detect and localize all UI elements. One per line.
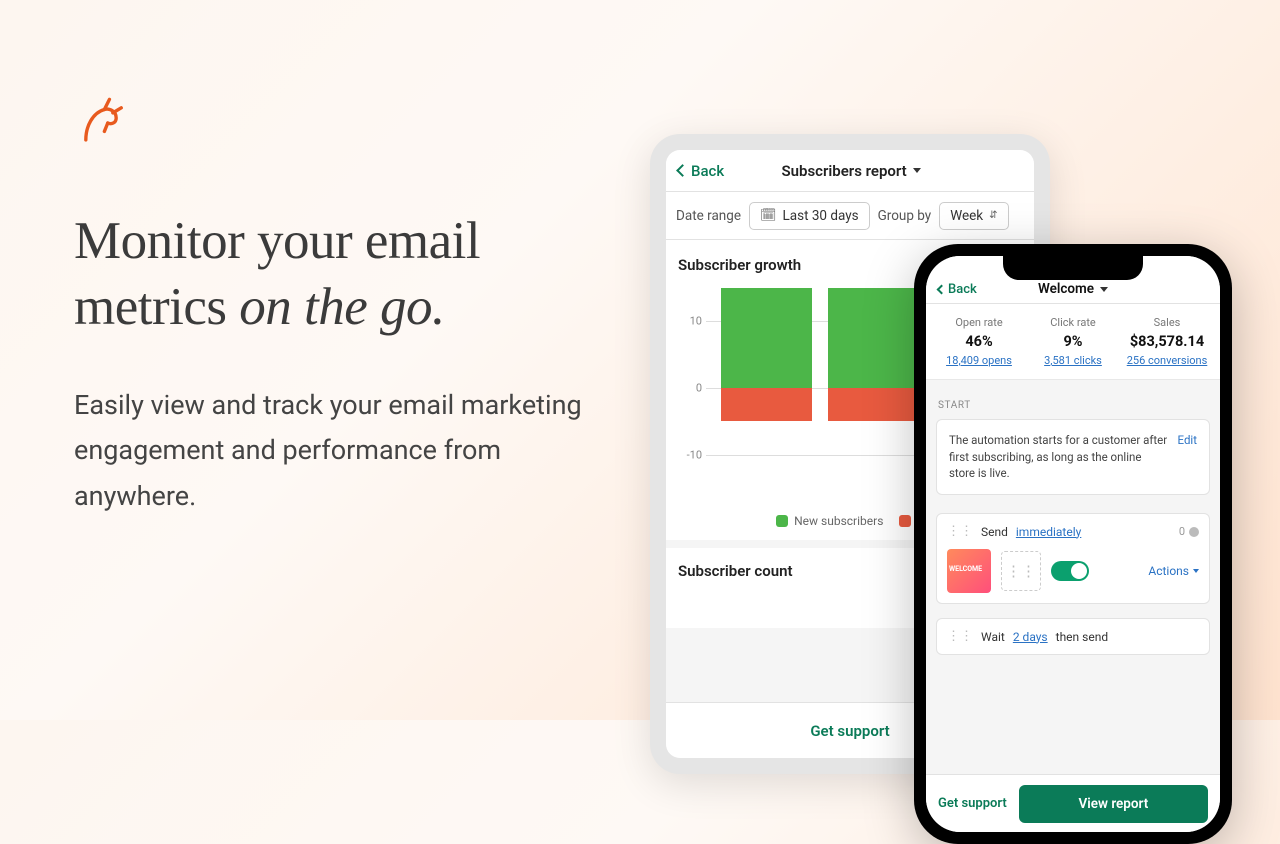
sort-icon: ⇵ [989,210,997,221]
metrics-row: Open rate46%18,409 opensClick rate9%3,58… [926,304,1220,380]
start-section-label: START [938,400,1208,411]
person-icon [1189,527,1199,537]
chevron-left-icon [676,164,689,177]
group-by-label: Group by [878,208,932,224]
edit-link[interactable]: Edit [1178,432,1197,482]
view-report-button[interactable]: View report [1019,785,1208,823]
wait-step-card[interactable]: ⋮⋮ Wait 2 days then send [936,618,1210,655]
actions-dropdown[interactable]: Actions [1148,564,1199,578]
caret-down-icon [1100,287,1108,292]
recipient-count: 0 [1179,525,1199,538]
metric-click-rate: Click rate9%3,581 clicks [1026,316,1120,367]
drag-handle-icon[interactable]: ⋮⋮ [947,629,973,644]
back-button[interactable]: Back [678,162,724,180]
hero-headline: Monitor your email metrics on the go. [74,208,614,341]
add-content-placeholder[interactable]: ⋮⋮ [1001,551,1041,591]
phone-device-frame: Back Welcome Open rate46%18,409 opensCli… [914,244,1232,844]
get-support-button[interactable]: Get support [938,796,1007,811]
phone-notch [1003,256,1143,280]
start-condition-card: The automation starts for a customer aft… [936,419,1210,495]
drag-handle-icon[interactable]: ⋮⋮ [947,524,973,539]
metric-open-rate: Open rate46%18,409 opens [932,316,1026,367]
caret-down-icon [913,168,921,173]
date-range-selector[interactable]: 🗓 Last 30 days [749,202,870,230]
brand-logo-icon [74,96,128,150]
metric-link[interactable]: 256 conversions [1120,354,1214,367]
report-title-dropdown[interactable]: Subscribers report [730,162,972,180]
hero-subcopy: Easily view and track your email marketi… [74,383,614,521]
step-enabled-toggle[interactable] [1051,561,1089,581]
automation-title-dropdown[interactable]: Welcome [926,281,1220,297]
send-timing-link[interactable]: immediately [1016,525,1081,539]
caret-down-icon [1193,569,1199,573]
metric-sales: Sales$83,578.14256 conversions [1120,316,1214,367]
metric-link[interactable]: 18,409 opens [932,354,1026,367]
wait-duration-link[interactable]: 2 days [1013,630,1048,644]
date-range-label: Date range [676,208,741,224]
metric-link[interactable]: 3,581 clicks [1026,354,1120,367]
email-thumbnail[interactable] [947,549,991,593]
send-step-card[interactable]: ⋮⋮ Send immediately 0 ⋮⋮ Actions [936,513,1210,604]
calendar-icon: 🗓 [760,208,777,223]
group-by-selector[interactable]: Week ⇵ [939,202,1008,230]
